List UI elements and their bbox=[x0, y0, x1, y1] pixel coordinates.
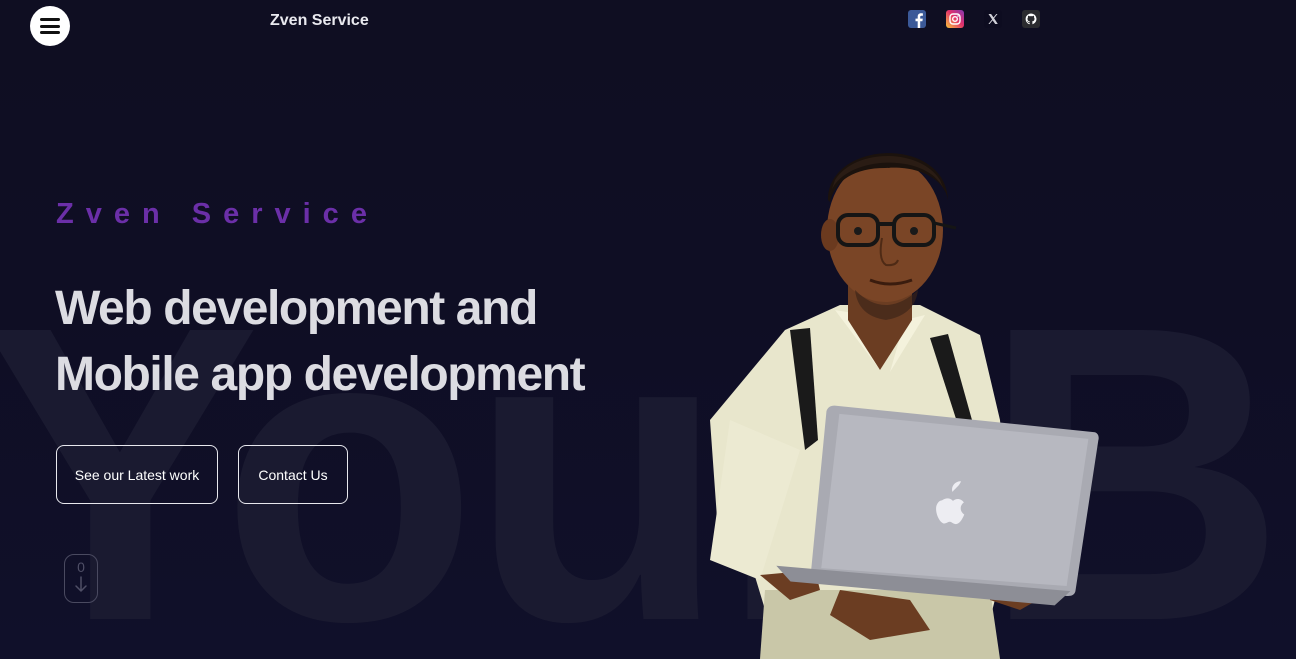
headline-line-1: Web development and bbox=[55, 282, 538, 335]
scroll-indicator-digit: 0 bbox=[77, 559, 85, 575]
developer-illustration bbox=[710, 153, 1099, 659]
menu-button[interactable] bbox=[30, 6, 70, 46]
hero-headline: Web development and Mobile app developme… bbox=[55, 276, 586, 408]
arrow-down-icon bbox=[75, 576, 87, 592]
brand-title[interactable]: Zven Service bbox=[270, 12, 369, 30]
x-icon[interactable] bbox=[984, 10, 1002, 28]
see-latest-work-button[interactable]: See our Latest work bbox=[56, 445, 218, 504]
page: Your Busin Zven Service Zven Service Web… bbox=[0, 0, 1296, 659]
social-links bbox=[908, 10, 1040, 28]
contact-us-button[interactable]: Contact Us bbox=[238, 445, 348, 504]
github-icon[interactable] bbox=[1022, 10, 1040, 28]
hero-eyebrow: Zven Service bbox=[56, 198, 379, 230]
scroll-down-indicator[interactable]: 0 bbox=[64, 554, 98, 603]
hamburger-icon bbox=[40, 18, 60, 34]
headline-line-2: Mobile app development bbox=[55, 348, 586, 401]
instagram-icon[interactable] bbox=[946, 10, 964, 28]
facebook-icon[interactable] bbox=[908, 10, 926, 28]
